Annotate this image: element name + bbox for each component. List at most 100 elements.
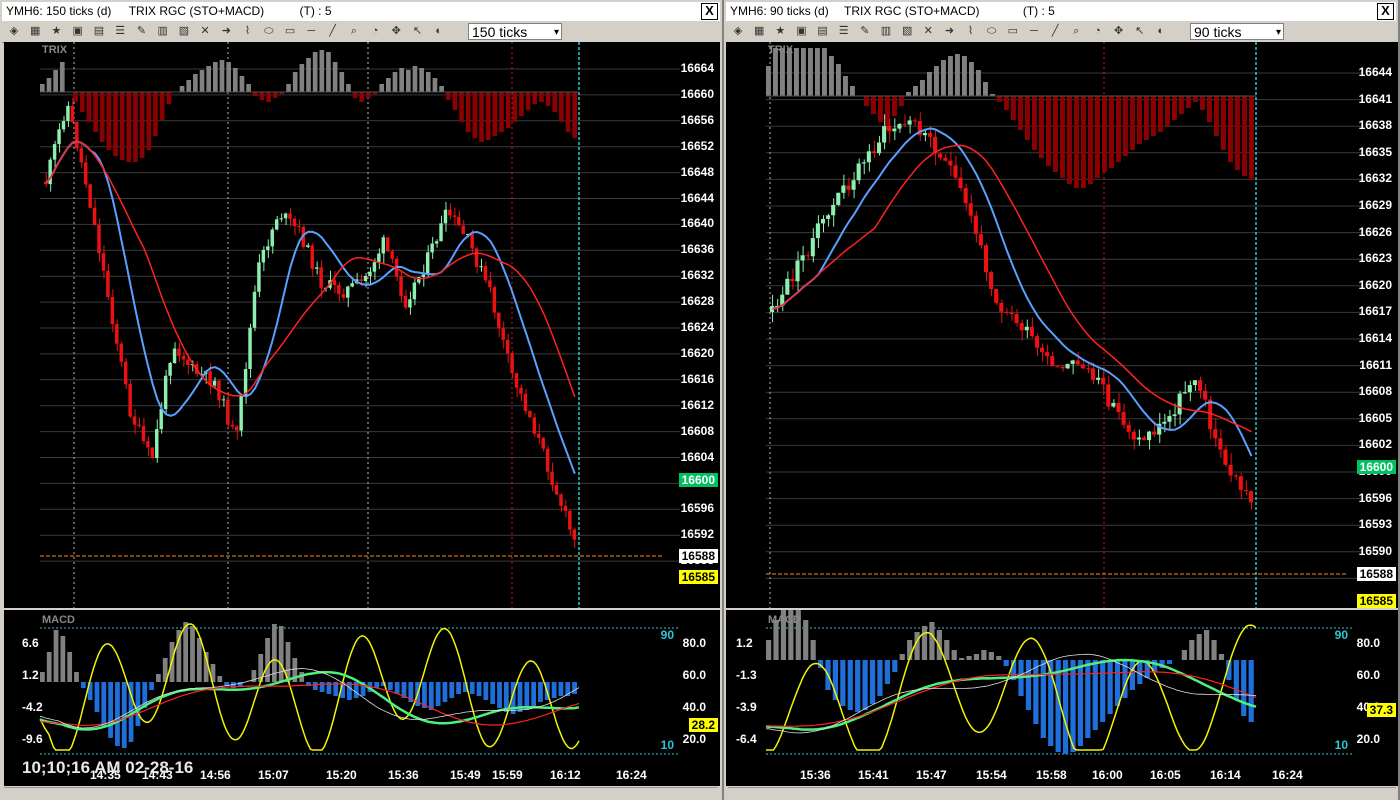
right-edit-icon[interactable]: ✎ (859, 25, 871, 37)
right-wave-icon[interactable]: ⌇ (965, 25, 977, 37)
left-ticks-dropdown-icon[interactable]: ▾ (554, 24, 559, 41)
right-time-label: 16:14 (1210, 768, 1241, 782)
right-ticks-dropdown-icon[interactable]: ▾ (1276, 24, 1281, 41)
left-time-label: 15:59 (492, 768, 523, 782)
left-arrow-icon[interactable]: ➜ (220, 25, 232, 37)
left-candle-body (155, 429, 159, 459)
left-chart-icon[interactable]: ◈ (8, 25, 20, 37)
left-crosshair-icon[interactable]: ✥ (390, 25, 402, 37)
right-chart-icon[interactable]: ◈ (732, 25, 744, 37)
right-time-label: 16:24 (1272, 768, 1303, 782)
left-candle-body (337, 284, 341, 295)
right-trix-hist-bar (1193, 96, 1198, 102)
right-ellipse-icon[interactable]: ⬭ (986, 25, 998, 37)
right-template-icon[interactable]: ▥ (880, 25, 892, 37)
left-close-button[interactable]: X (701, 3, 718, 20)
left-candle-body (319, 267, 323, 288)
right-title-bar[interactable]: YMH6: 90 ticks (d) TRIX RGC (STO+MACD) (… (726, 2, 1396, 21)
right-price-tick: 16596 (1358, 490, 1392, 505)
left-edit-icon[interactable]: ✎ (135, 25, 147, 37)
left-zoom-icon[interactable]: ⌕ (348, 25, 360, 37)
right-eraser-icon[interactable]: ◐ (1155, 25, 1167, 37)
left-star-icon[interactable]: ★ (50, 25, 62, 37)
left-candle-body (115, 324, 119, 344)
right-horizontal-scrollbar[interactable] (728, 787, 1396, 798)
right-trix-hist-bar (829, 56, 834, 96)
right-zoom-icon[interactable]: ⌕ (1070, 25, 1082, 37)
left-eraser-icon[interactable]: ◐ (433, 25, 445, 37)
left-list-icon[interactable]: ☰ (114, 25, 126, 37)
right-time-label: 15:54 (976, 768, 1007, 782)
left-macd-hist-bar (551, 682, 557, 698)
right-star-icon[interactable]: ★ (774, 25, 786, 37)
right-trix-hist-bar (871, 96, 876, 114)
right-trix-hist-bar (899, 96, 904, 106)
right-candle-body (820, 218, 826, 224)
left-title-bar[interactable]: YMH6: 150 ticks (d) TRIX RGC (STO+MACD) … (2, 2, 720, 21)
right-trix-hist-bar (962, 56, 967, 96)
right-trix-hist-bar (1151, 96, 1156, 136)
right-trix-hist-bar (1186, 96, 1191, 108)
left-candle-body (545, 448, 550, 472)
left-pointer-icon[interactable]: ↖ (412, 25, 424, 37)
left-price-pane[interactable]: 16664 16660 16656 16652 16648 16644 16640 16636… (4, 42, 720, 608)
left-trix-hist-bar (119, 92, 125, 160)
right-trix-hist-bar (997, 96, 1002, 102)
right-save-icon[interactable]: ▤ (817, 25, 829, 37)
right-candle-body (836, 192, 841, 205)
right-arrow-icon[interactable]: ➜ (943, 25, 955, 37)
right-candle-body (927, 132, 933, 137)
right-folder-icon[interactable]: ▣ (795, 25, 807, 37)
left-trendline-icon[interactable]: ╱ (327, 25, 339, 37)
left-trix-hist-bar (252, 92, 258, 96)
left-delete-icon[interactable]: ✕ (199, 25, 211, 37)
left-ticks-select[interactable]: 150 ticks ▾ (468, 23, 562, 40)
right-hline-icon[interactable]: ─ (1028, 25, 1040, 37)
left-folder-icon[interactable]: ▣ (72, 25, 84, 37)
right-candle-body (846, 185, 851, 190)
right-rectangle-icon[interactable]: ▭ (1007, 25, 1019, 37)
left-panel-icon[interactable]: ▧ (178, 25, 190, 37)
left-horizontal-scrollbar[interactable] (4, 787, 718, 798)
right-macd-hist-bar (1211, 640, 1217, 660)
right-macd-hist-bar (1085, 660, 1091, 738)
left-rectangle-icon[interactable]: ▭ (284, 25, 296, 37)
right-trix-hist-bar (1116, 96, 1121, 162)
left-chart-window: YMH6: 150 ticks (d) TRIX RGC (STO+MACD) … (0, 0, 724, 800)
right-zoom-out-icon[interactable]: ◔ (1091, 25, 1103, 37)
right-macd-hist-bar (1107, 660, 1113, 714)
right-close-button[interactable]: X (1377, 3, 1394, 20)
left-ellipse-icon[interactable]: ⬭ (263, 25, 275, 37)
left-stoch-tick: 60.0 (682, 668, 706, 682)
right-price-pane[interactable]: 16644 16641 16638 16635 16632 16629 16626 16623… (726, 42, 1398, 608)
left-macd-hist-bar (46, 652, 52, 682)
left-wave-icon[interactable]: ⌇ (242, 25, 254, 37)
left-save-icon[interactable]: ▤ (93, 25, 105, 37)
right-pointer-icon[interactable]: ↖ (1134, 25, 1146, 37)
left-trix-hist-bar (499, 92, 504, 132)
left-template-icon[interactable]: ▥ (157, 25, 169, 37)
left-trix-hist-bar (79, 92, 85, 112)
right-price-tick: 16632 (1358, 171, 1392, 186)
left-zoom-out-icon[interactable]: ◔ (369, 25, 381, 37)
right-grid-icon[interactable]: ▦ (753, 25, 765, 37)
right-ticks-select[interactable]: 90 ticks ▾ (1190, 23, 1284, 40)
right-macd-hist-bar (1166, 660, 1173, 664)
left-candle-body (137, 424, 141, 427)
left-hline-icon[interactable]: ─ (305, 25, 317, 37)
right-trendline-icon[interactable]: ╱ (1049, 25, 1061, 37)
left-candle-body (408, 299, 412, 308)
right-list-icon[interactable]: ☰ (838, 25, 850, 37)
right-delete-icon[interactable]: ✕ (922, 25, 934, 37)
right-macd-hist-bar (959, 658, 965, 660)
left-candle-body (119, 343, 123, 362)
right-panel-icon[interactable]: ▧ (901, 25, 913, 37)
left-price-tick: 16648 (680, 164, 714, 179)
left-grid-icon[interactable]: ▦ (29, 25, 41, 37)
right-crosshair-icon[interactable]: ✥ (1113, 25, 1125, 37)
right-macd-hist-bar (1204, 630, 1210, 660)
left-macd-tick: 1.2 (22, 668, 39, 682)
left-stoch-10-label: 10 (660, 738, 674, 752)
left-macd-pane[interactable]: MACD 6.6 1.2 -4.2 -9.6 80.0 60.0 40.0 20.0 90 10 28… (4, 610, 720, 786)
right-macd-pane[interactable]: MACD1.2-1.3-3.9-6.480.060.040.020.090103… (726, 610, 1398, 786)
